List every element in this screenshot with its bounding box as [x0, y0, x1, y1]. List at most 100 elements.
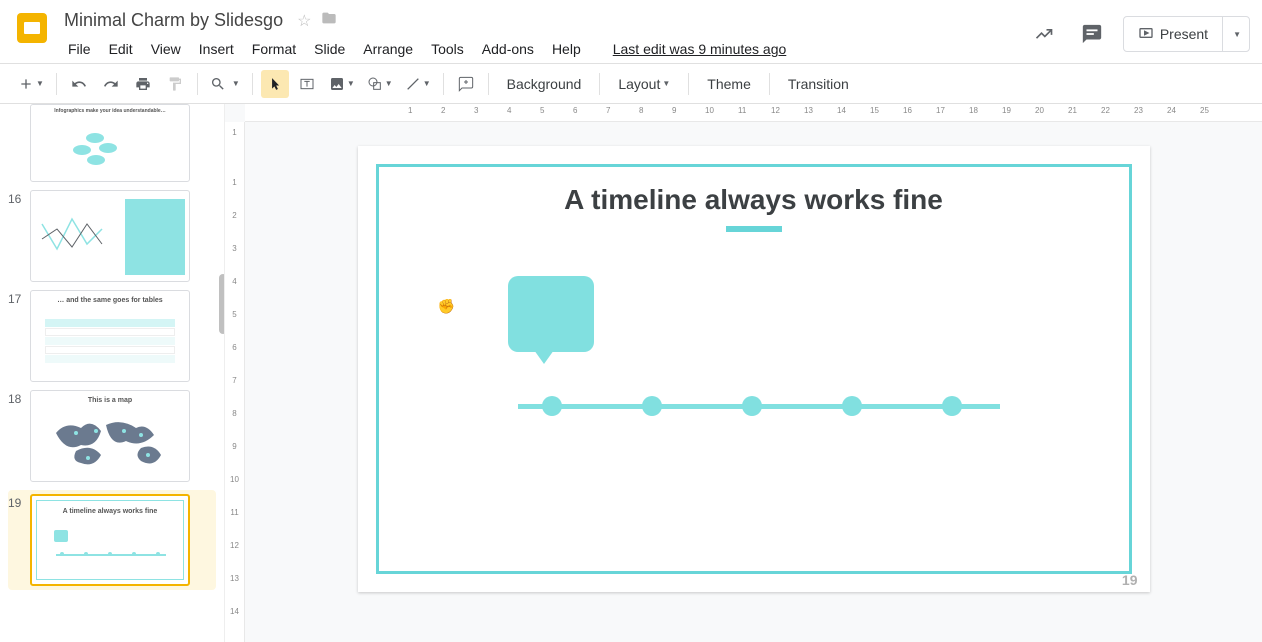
transition-button[interactable]: Transition — [778, 70, 859, 98]
ruler-tick: 4 — [507, 106, 511, 115]
slide-title-text[interactable]: A timeline always works fine — [358, 184, 1150, 216]
menu-edit[interactable]: Edit — [101, 37, 141, 61]
timeline-dot-3[interactable] — [742, 396, 762, 416]
ruler-tick: 2 — [441, 106, 445, 115]
ruler-tick: 6 — [573, 106, 577, 115]
menu-format[interactable]: Format — [244, 37, 304, 61]
separator — [599, 73, 600, 95]
ruler-tick: 20 — [1035, 106, 1044, 115]
document-title[interactable]: Minimal Charm by Slidesgo — [60, 8, 287, 33]
comments-icon[interactable] — [1075, 17, 1109, 51]
vertical-ruler[interactable]: 1 1 2 3 4 5 6 7 8 9 10 11 12 13 14 — [225, 122, 245, 642]
ruler-tick: 6 — [225, 343, 244, 352]
main-area: Infographics make your idea understandab… — [0, 104, 1262, 642]
redo-button[interactable] — [97, 70, 125, 98]
separator — [688, 73, 689, 95]
thumbnail-18[interactable]: This is a map — [30, 390, 190, 482]
menu-file[interactable]: File — [60, 37, 99, 61]
thumb-number: 17 — [8, 290, 30, 382]
line-tool[interactable]: ▼ — [401, 70, 435, 98]
thumb-row-16[interactable]: 16 — [8, 190, 216, 282]
toolbar: ▼ ▼ ▼ ▼ ▼ Background Layout▼ Theme Trans… — [0, 64, 1262, 104]
slide-page-number: 19 — [1122, 572, 1138, 588]
timeline-dot-5[interactable] — [942, 396, 962, 416]
thumbnail-panel[interactable]: Infographics make your idea understandab… — [0, 104, 225, 642]
print-button[interactable] — [129, 70, 157, 98]
menu-slide[interactable]: Slide — [306, 37, 353, 61]
timeline-dot-2[interactable] — [642, 396, 662, 416]
zoom-button[interactable]: ▼ — [206, 70, 244, 98]
menu-tools[interactable]: Tools — [423, 37, 472, 61]
ruler-tick: 13 — [804, 106, 813, 115]
undo-button[interactable] — [65, 70, 93, 98]
thumbnail-17[interactable]: … and the same goes for tables — [30, 290, 190, 382]
thumb-row-17[interactable]: 17 … and the same goes for tables — [8, 290, 216, 382]
theme-button[interactable]: Theme — [697, 70, 761, 98]
ruler-tick: 2 — [225, 211, 244, 220]
slide-canvas[interactable]: A timeline always works fine 19 ✊ — [358, 146, 1150, 592]
ruler-tick: 11 — [225, 508, 244, 517]
ruler-tick: 12 — [225, 541, 244, 550]
thumbnail-16[interactable] — [30, 190, 190, 282]
timeline-dot-1[interactable] — [542, 396, 562, 416]
image-tool[interactable]: ▼ — [325, 70, 359, 98]
thumb-row-18[interactable]: 18 This is a map — [8, 390, 216, 482]
ruler-tick: 18 — [969, 106, 978, 115]
thumbnail-15[interactable]: Infographics make your idea understandab… — [30, 104, 190, 182]
thumb-row-15[interactable]: Infographics make your idea understandab… — [8, 108, 216, 182]
ruler-tick: 5 — [225, 310, 244, 319]
ruler-tick: 21 — [1068, 106, 1077, 115]
ruler-tick: 7 — [225, 376, 244, 385]
callout-tail — [534, 350, 554, 364]
shape-tool[interactable]: ▼ — [363, 70, 397, 98]
ruler-tick: 13 — [225, 574, 244, 583]
menu-arrange[interactable]: Arrange — [355, 37, 421, 61]
comment-button[interactable] — [452, 70, 480, 98]
layout-label: Layout — [618, 76, 660, 92]
timeline-dot-4[interactable] — [842, 396, 862, 416]
ruler-tick: 3 — [474, 106, 478, 115]
thumb-row-19[interactable]: 19 A timeline always works fine — [8, 490, 216, 590]
separator — [488, 73, 489, 95]
thumb-title: … and the same goes for tables — [31, 291, 189, 304]
textbox-tool[interactable] — [293, 70, 321, 98]
ruler-tick: 9 — [225, 442, 244, 451]
menu-view[interactable]: View — [143, 37, 189, 61]
ruler-tick: 8 — [639, 106, 643, 115]
ruler-tick: 1 — [225, 178, 244, 187]
horizontal-ruler[interactable]: 1 2 3 4 5 6 7 8 9 10 11 12 13 14 15 16 1… — [245, 104, 1262, 122]
menu-addons[interactable]: Add-ons — [474, 37, 542, 61]
slides-logo — [12, 8, 52, 48]
canvas-scroll[interactable]: A timeline always works fine 19 ✊ — [245, 122, 1262, 642]
activity-icon[interactable] — [1027, 17, 1061, 51]
move-folder-icon[interactable] — [321, 10, 337, 31]
paint-format-button[interactable] — [161, 70, 189, 98]
ruler-tick: 14 — [837, 106, 846, 115]
last-edit-link[interactable]: Last edit was 9 minutes ago — [605, 37, 795, 61]
ruler-tick: 7 — [606, 106, 610, 115]
ruler-tick: 1 — [408, 106, 412, 115]
menu-help[interactable]: Help — [544, 37, 589, 61]
title-area: Minimal Charm by Slidesgo ☆ File Edit Vi… — [60, 8, 1027, 61]
background-button[interactable]: Background — [497, 70, 592, 98]
ruler-tick: 4 — [225, 277, 244, 286]
new-slide-button[interactable]: ▼ — [14, 70, 48, 98]
canvas-area: 1 2 3 4 5 6 7 8 9 10 11 12 13 14 15 16 1… — [225, 104, 1262, 642]
present-button[interactable]: Present ▼ — [1123, 16, 1250, 52]
ruler-tick: 9 — [672, 106, 676, 115]
select-tool[interactable] — [261, 70, 289, 98]
app-header: Minimal Charm by Slidesgo ☆ File Edit Vi… — [0, 0, 1262, 64]
star-icon[interactable]: ☆ — [297, 11, 311, 31]
thumbnail-19[interactable]: A timeline always works fine — [30, 494, 190, 586]
menu-insert[interactable]: Insert — [191, 37, 242, 61]
ruler-tick: 16 — [903, 106, 912, 115]
title-underline — [726, 226, 782, 232]
layout-button[interactable]: Layout▼ — [608, 70, 680, 98]
present-label: Present — [1160, 26, 1208, 42]
callout-shape[interactable] — [508, 276, 594, 352]
ruler-tick: 5 — [540, 106, 544, 115]
separator — [56, 73, 57, 95]
ruler-tick: 14 — [225, 607, 244, 616]
ruler-tick: 10 — [225, 475, 244, 484]
present-dropdown[interactable]: ▼ — [1222, 17, 1249, 51]
